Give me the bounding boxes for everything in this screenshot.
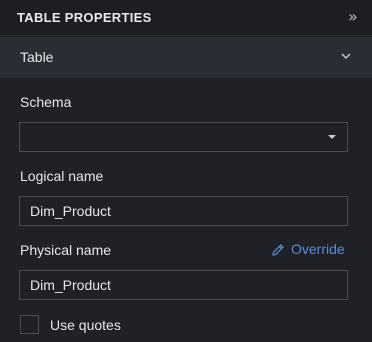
physical-name-input[interactable] [19, 270, 348, 300]
double-chevron-right-icon[interactable]: » [348, 8, 362, 26]
override-link[interactable]: Override [270, 241, 348, 259]
override-label: Override [291, 241, 345, 257]
logical-name-label: Logical name [20, 168, 104, 184]
use-quotes-checkbox[interactable] [20, 315, 39, 334]
caret-down-icon [328, 135, 336, 139]
pencil-icon [272, 244, 284, 256]
schema-select[interactable] [19, 122, 348, 152]
physical-name-label: Physical name [20, 242, 112, 258]
panel-header: TABLE PROPERTIES » [0, 0, 372, 36]
logical-name-input[interactable] [19, 196, 348, 226]
chevron-down-icon [341, 53, 351, 59]
schema-label: Schema [20, 94, 72, 110]
use-quotes-label: Use quotes [50, 317, 121, 333]
section-table-toggle[interactable]: Table [0, 37, 372, 78]
section-label: Table [20, 49, 54, 65]
panel-title: TABLE PROPERTIES [17, 10, 152, 25]
